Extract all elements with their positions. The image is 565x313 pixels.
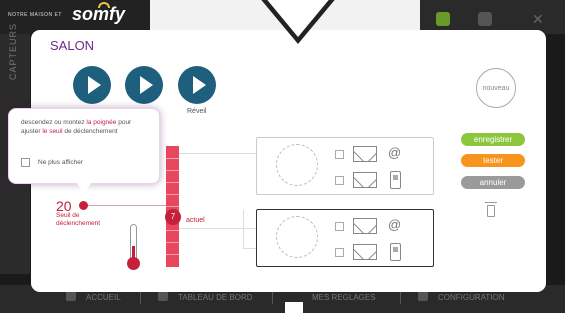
tooltip-tail <box>76 182 92 194</box>
email-checkbox[interactable] <box>335 222 344 231</box>
phone-icon <box>390 243 401 261</box>
nav-separator <box>272 290 273 304</box>
tooltip-text-part: de déclenchement <box>62 128 118 135</box>
threshold-label-line2: déclenchement <box>56 220 101 227</box>
page-title: SALON <box>50 38 95 53</box>
slider-tick <box>166 158 179 159</box>
tooltip-highlight: le seuil <box>42 128 63 135</box>
new-button[interactable]: nouveau <box>476 68 516 108</box>
gear-icon <box>418 291 428 301</box>
close-icon[interactable]: ✕ <box>532 12 546 26</box>
current-value-badge: 7 <box>165 209 181 225</box>
nav-separator <box>140 290 141 304</box>
connector-line <box>179 228 256 229</box>
tooltip-text: descendez ou montez la poignée pour ajus… <box>21 118 151 136</box>
device-slot[interactable] <box>276 144 318 186</box>
tooltip-highlight: la poignée <box>86 119 117 126</box>
current-value-label: actuel <box>186 217 205 224</box>
nav-separator <box>400 290 401 304</box>
nav-item-accueil[interactable]: ACCUEIL <box>86 293 121 302</box>
slider-tick <box>166 230 179 231</box>
scenario-3-label: Réveil <box>187 108 207 115</box>
email-checkbox[interactable] <box>335 150 344 159</box>
phone-icon <box>390 171 401 189</box>
test-button[interactable]: tester <box>461 154 525 167</box>
sms-checkbox[interactable] <box>335 176 344 185</box>
mail-icon <box>353 146 377 162</box>
slider-tick <box>166 254 179 255</box>
connector-line <box>243 210 244 248</box>
dashboard-nav-icon <box>158 291 168 301</box>
top-pointer <box>264 0 332 37</box>
mail-icon <box>353 244 377 260</box>
sensors-label: CAPTEURS <box>8 22 18 80</box>
play-scenario-2-button[interactable] <box>125 66 163 104</box>
dont-show-again-checkbox[interactable] <box>21 158 30 167</box>
connector-line <box>243 248 256 249</box>
nav-item-configuration[interactable]: CONFIGURATION <box>438 293 505 302</box>
slider-tick <box>166 170 179 171</box>
logo-arc-icon <box>98 2 110 8</box>
sms-checkbox[interactable] <box>335 248 344 257</box>
trash-icon[interactable] <box>485 202 497 217</box>
home-icon[interactable] <box>478 12 492 26</box>
nav-item-dashboard[interactable]: TABLEAU DE BORD <box>178 293 253 302</box>
at-icon: @ <box>388 217 402 232</box>
device-slot[interactable] <box>276 216 318 258</box>
bottom-handle <box>285 302 303 313</box>
threshold-line <box>88 205 166 206</box>
nav-item-settings[interactable]: MES REGLAGES <box>312 293 376 302</box>
home-nav-icon <box>66 291 76 301</box>
play-scenario-3-button[interactable] <box>178 66 216 104</box>
connector-line <box>179 153 256 154</box>
brand-tagline: NOTRE MAISON ET <box>8 12 62 18</box>
threshold-handle[interactable] <box>79 201 88 210</box>
save-button[interactable]: enregistrer <box>461 133 525 146</box>
mail-icon <box>353 172 377 188</box>
thermometer-bulb <box>127 257 140 270</box>
slider-tick <box>166 206 179 207</box>
user-icon[interactable] <box>436 12 450 26</box>
tooltip-text-part: descendez ou montez <box>21 119 87 126</box>
slider-tick <box>166 242 179 243</box>
dont-show-again-label: Ne plus afficher <box>38 159 84 166</box>
threshold-label: Seuil de déclenchement <box>56 212 100 228</box>
mail-icon <box>353 218 377 234</box>
threshold-label-line1: Seuil de <box>56 212 80 219</box>
cancel-button[interactable]: annuler <box>461 176 525 189</box>
play-scenario-1-button[interactable] <box>73 66 111 104</box>
at-icon: @ <box>388 145 402 160</box>
slider-tick <box>166 182 179 183</box>
slider-tick <box>166 194 179 195</box>
